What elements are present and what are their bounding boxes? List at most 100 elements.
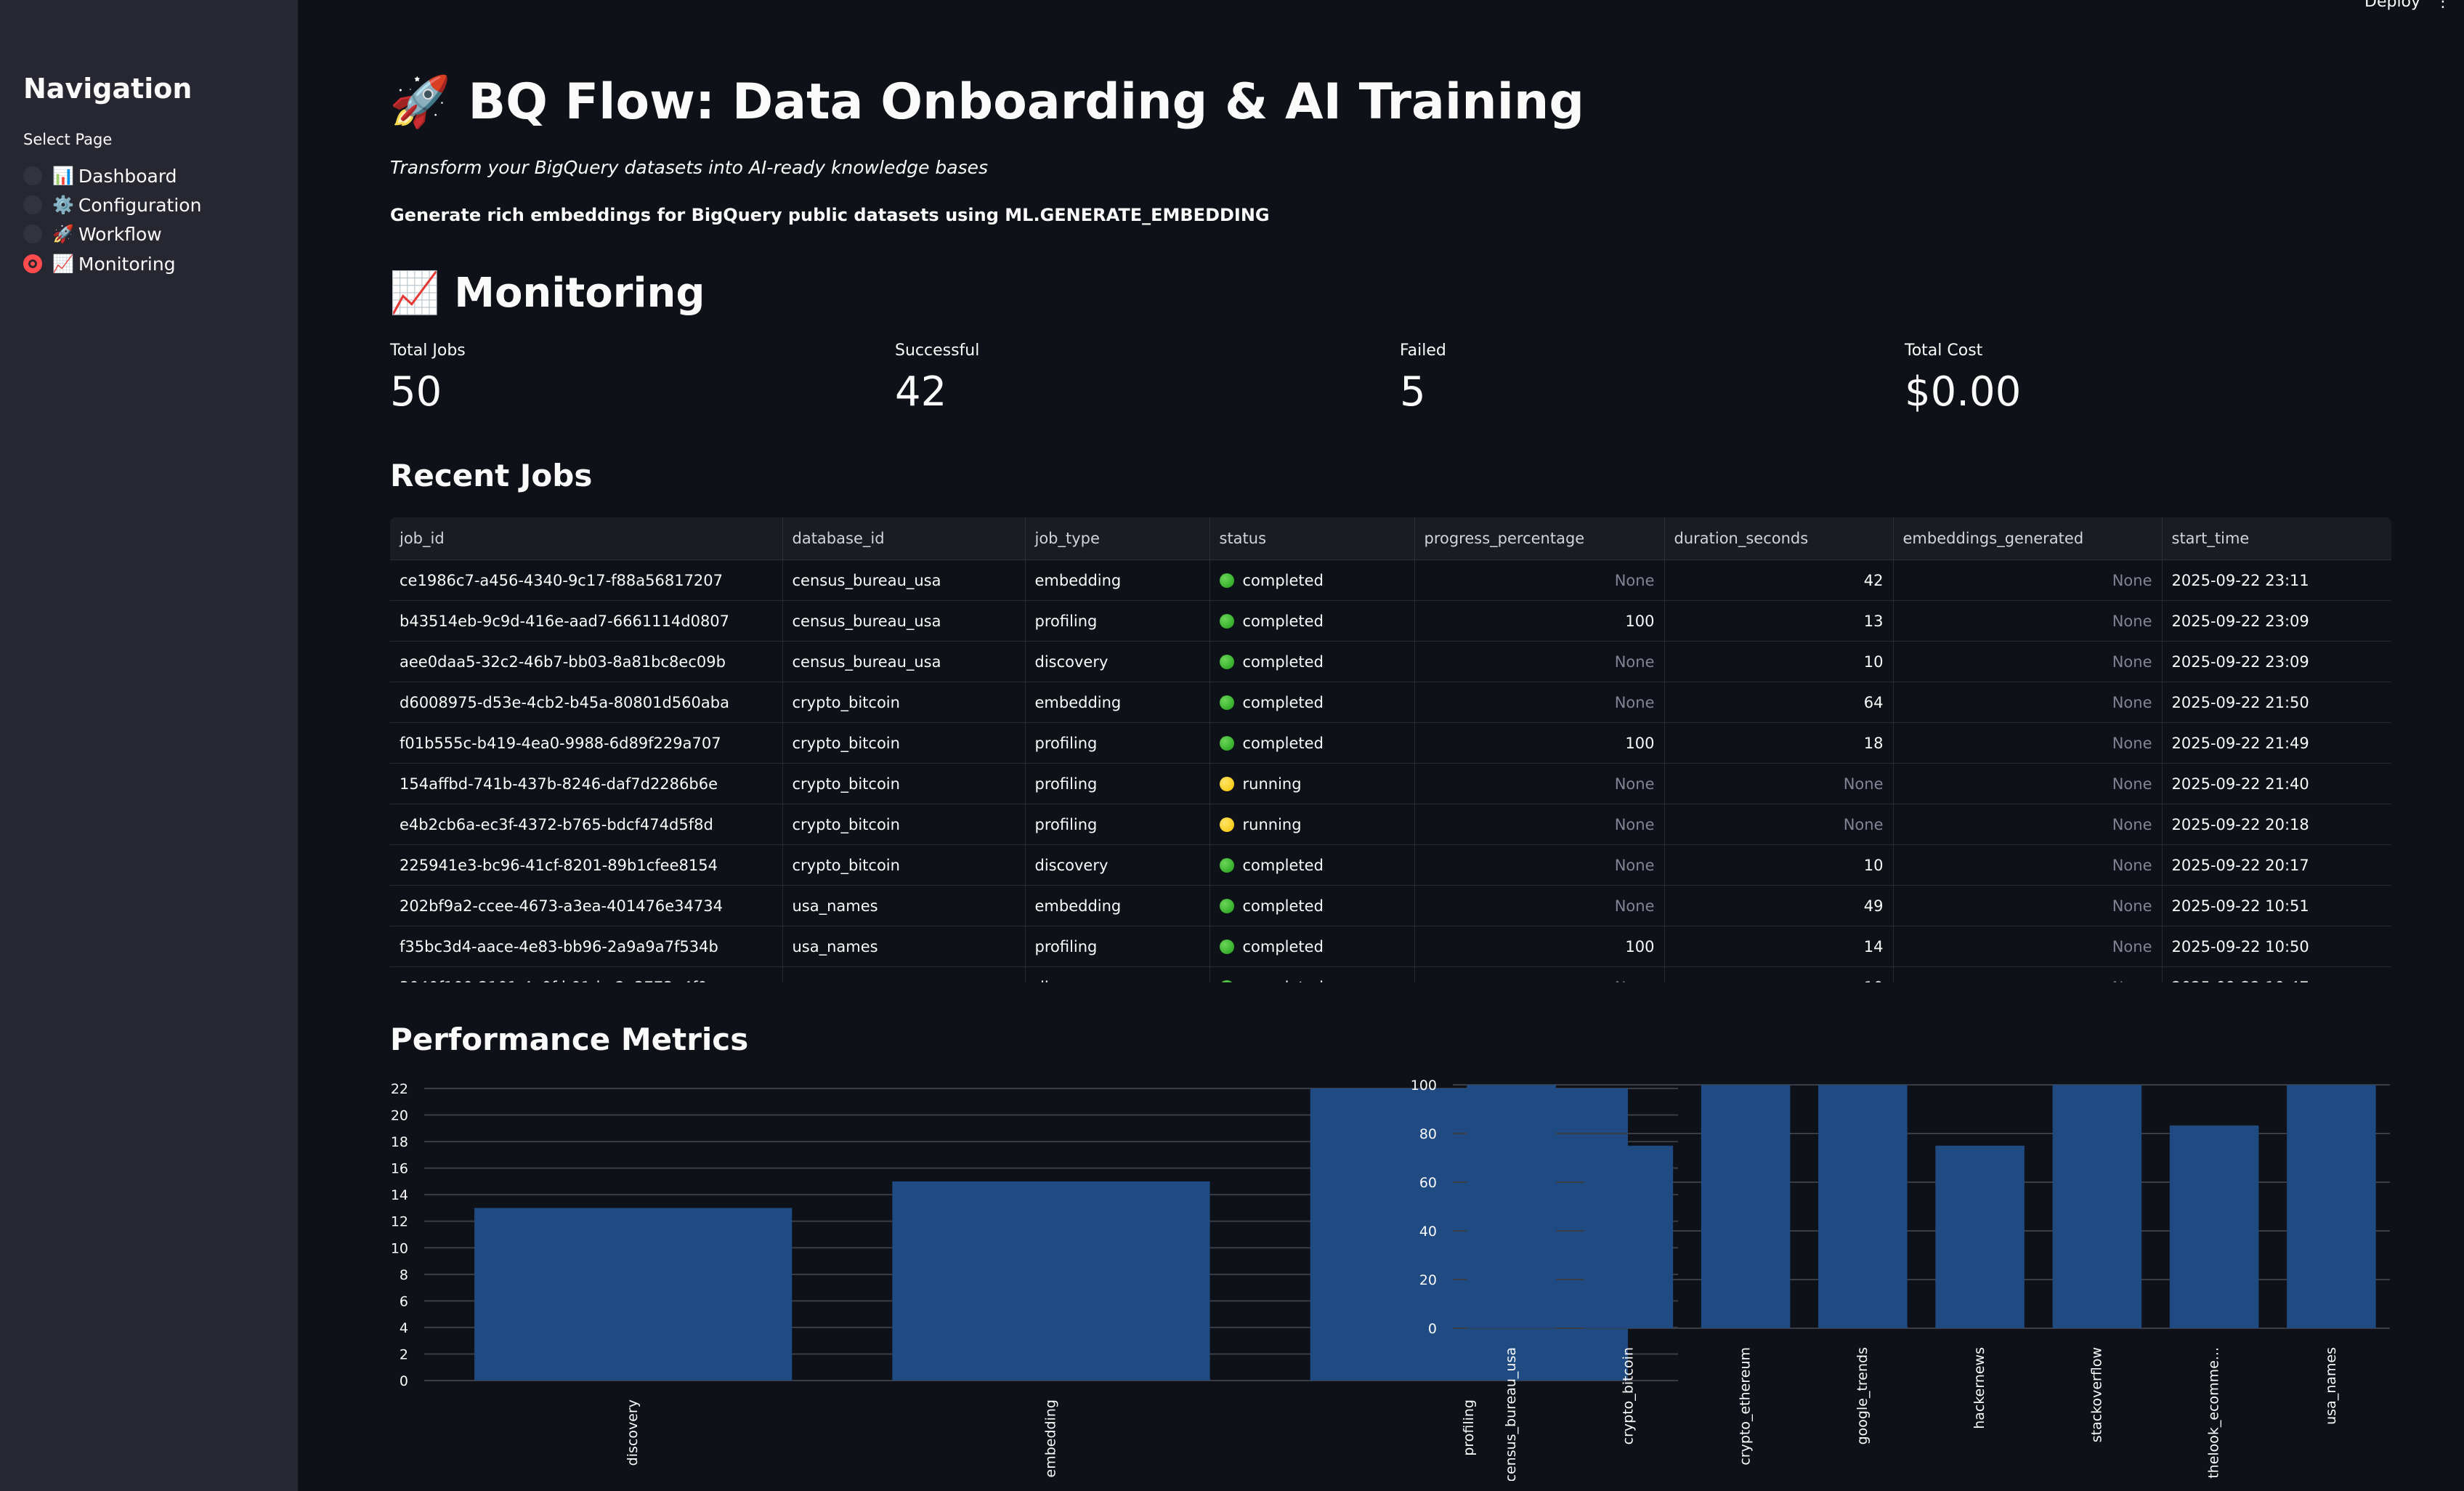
job-id-cell[interactable]: 202bf9a2-ccee-4673-a3ea-401476e34734 <box>390 885 783 926</box>
database-id-cell[interactable]: crypto_bitcoin <box>782 682 1026 723</box>
duration-cell[interactable]: 10 <box>1664 966 1894 982</box>
status-cell[interactable]: running <box>1209 763 1415 804</box>
sidebar-item-monitoring[interactable]: 📈 Monitoring <box>23 249 176 278</box>
status-cell[interactable]: completed <box>1209 559 1415 601</box>
sidebar-item-workflow[interactable]: 🚀 Workflow <box>23 219 162 248</box>
table-row[interactable]: 225941e3-bc96-41cf-8201-89b1cfee8154 cryp… <box>390 844 2391 886</box>
job-type-cell[interactable]: discovery <box>1025 844 1210 886</box>
database-id-cell[interactable]: crypto_bitcoin <box>782 844 1026 886</box>
bar[interactable] <box>1701 1085 1791 1328</box>
job-id-cell[interactable]: 154affbd-741b-437b-8246-daf7d2286b6e <box>390 763 783 804</box>
progress-cell[interactable]: None <box>1414 804 1665 845</box>
progress-cell[interactable]: None <box>1414 885 1665 926</box>
recent-jobs-table[interactable]: job_id database_id job_type status progr… <box>390 517 2391 982</box>
status-cell[interactable]: completed <box>1209 885 1415 926</box>
duration-cell[interactable]: 13 <box>1664 600 1894 642</box>
start-time-cell[interactable]: 2025-09-22 10:47 <box>2162 966 2391 982</box>
sidebar-item-configuration[interactable]: ⚙️ Configuration <box>23 190 201 219</box>
job-type-cell[interactable]: profiling <box>1025 722 1210 764</box>
progress-cell[interactable]: None <box>1414 966 1665 982</box>
table-row[interactable]: b43514eb-9c9d-416e-aad7-6661114d0807 cens… <box>390 600 2391 642</box>
embeddings-cell[interactable]: None <box>1893 804 2163 845</box>
duration-cell[interactable]: 64 <box>1664 682 1894 723</box>
progress-cell[interactable]: None <box>1414 559 1665 601</box>
radio-button[interactable] <box>23 195 42 214</box>
job-type-cell[interactable]: embedding <box>1025 682 1210 723</box>
start-time-cell[interactable]: 2025-09-22 10:50 <box>2162 926 2391 967</box>
embeddings-cell[interactable]: None <box>1893 722 2163 764</box>
job-id-cell[interactable]: ce1986c7-a456-4340-9c17-f88a56817207 <box>390 559 783 601</box>
job-type-cell[interactable]: profiling <box>1025 600 1210 642</box>
column-header[interactable]: database_id <box>782 517 1026 560</box>
start-time-cell[interactable]: 2025-09-22 10:51 <box>2162 885 2391 926</box>
job-id-cell[interactable]: aee0daa5-32c2-46b7-bb03-8a81bc8ec09b <box>390 641 783 682</box>
job-type-cell[interactable]: discovery <box>1025 641 1210 682</box>
radio-button[interactable] <box>23 225 42 243</box>
sidebar-item-dashboard[interactable]: 📊 Dashboard <box>23 161 177 190</box>
start-time-cell[interactable]: 2025-09-22 20:18 <box>2162 804 2391 845</box>
database-id-cell[interactable]: census_bureau_usa <box>782 641 1026 682</box>
column-header[interactable]: embeddings_generated <box>1893 517 2163 560</box>
start-time-cell[interactable]: 2025-09-22 20:17 <box>2162 844 2391 886</box>
job-id-cell[interactable]: f35bc3d4-aace-4e83-bb96-2a9a9a7f534b <box>390 926 783 967</box>
start-time-cell[interactable]: 2025-09-22 23:09 <box>2162 641 2391 682</box>
embeddings-cell[interactable]: None <box>1893 763 2163 804</box>
job-id-cell[interactable]: 3040f100-2101-4e0f-b01d-e2e3773a4f0e <box>390 966 783 982</box>
column-header[interactable]: job_type <box>1025 517 1210 560</box>
bar[interactable] <box>892 1181 1210 1381</box>
start-time-cell[interactable]: 2025-09-22 23:11 <box>2162 559 2391 601</box>
status-cell[interactable]: running <box>1209 804 1415 845</box>
progress-cell[interactable]: 100 <box>1414 722 1665 764</box>
database-id-cell[interactable]: crypto_bitcoin <box>782 804 1026 845</box>
embeddings-cell[interactable]: None <box>1893 641 2163 682</box>
bar[interactable] <box>1818 1085 1908 1328</box>
job-type-cell[interactable]: profiling <box>1025 926 1210 967</box>
job-type-cell[interactable]: profiling <box>1025 804 1210 845</box>
duration-cell[interactable]: 14 <box>1664 926 1894 967</box>
database-id-cell[interactable]: census_bureau_usa <box>782 600 1026 642</box>
status-cell[interactable]: completed <box>1209 722 1415 764</box>
database-id-cell[interactable]: census_bureau_usa <box>782 559 1026 601</box>
table-row[interactable]: 202bf9a2-ccee-4673-a3ea-401476e34734 usa_… <box>390 885 2391 926</box>
radio-button[interactable] <box>23 166 42 185</box>
database-id-cell[interactable]: usa_names <box>782 966 1026 982</box>
bar[interactable] <box>2052 1085 2142 1328</box>
job-type-cell[interactable]: profiling <box>1025 763 1210 804</box>
job-id-cell[interactable]: e4b2cb6a-ec3f-4372-b765-bdcf474d5f8d <box>390 804 783 845</box>
job-type-cell[interactable]: discovery <box>1025 966 1210 982</box>
bar[interactable] <box>1467 1085 1556 1328</box>
job-type-cell[interactable]: embedding <box>1025 559 1210 601</box>
status-cell[interactable]: completed <box>1209 641 1415 682</box>
start-time-cell[interactable]: 2025-09-22 21:49 <box>2162 722 2391 764</box>
progress-cell[interactable]: None <box>1414 844 1665 886</box>
duration-cell[interactable]: None <box>1664 763 1894 804</box>
duration-cell[interactable]: 10 <box>1664 844 1894 886</box>
embeddings-cell[interactable]: None <box>1893 682 2163 723</box>
bar[interactable] <box>1584 1145 1674 1328</box>
progress-cell[interactable]: None <box>1414 763 1665 804</box>
table-row[interactable]: 3040f100-2101-4e0f-b01d-e2e3773a4f0eusa_… <box>390 966 2391 982</box>
embeddings-cell[interactable]: None <box>1893 844 2163 886</box>
embeddings-cell[interactable]: None <box>1893 926 2163 967</box>
job-id-cell[interactable]: f01b555c-b419-4ea0-9988-6d89f229a707 <box>390 722 783 764</box>
start-time-cell[interactable]: 2025-09-22 21:40 <box>2162 763 2391 804</box>
embeddings-cell[interactable]: None <box>1893 885 2163 926</box>
column-header[interactable]: progress_percentage <box>1414 517 1665 560</box>
bar[interactable] <box>2287 1085 2376 1328</box>
embeddings-cell[interactable]: None <box>1893 966 2163 982</box>
status-cell[interactable]: completed <box>1209 844 1415 886</box>
radio-button-selected[interactable] <box>23 254 42 273</box>
table-row[interactable]: d6008975-d53e-4cb2-b45a-80801d560aba cryp… <box>390 682 2391 723</box>
table-row[interactable]: ce1986c7-a456-4340-9c17-f88a56817207 cens… <box>390 559 2391 601</box>
bar[interactable] <box>1935 1145 2025 1328</box>
column-header[interactable]: duration_seconds <box>1664 517 1894 560</box>
job-id-cell[interactable]: 225941e3-bc96-41cf-8201-89b1cfee8154 <box>390 844 783 886</box>
duration-cell[interactable]: 42 <box>1664 559 1894 601</box>
duration-cell[interactable]: 49 <box>1664 885 1894 926</box>
progress-cell[interactable]: None <box>1414 641 1665 682</box>
table-row[interactable]: f35bc3d4-aace-4e83-bb96-2a9a9a7f534b usa_… <box>390 926 2391 967</box>
table-row[interactable]: e4b2cb6a-ec3f-4372-b765-bdcf474d5f8d cryp… <box>390 804 2391 845</box>
duration-cell[interactable]: 10 <box>1664 641 1894 682</box>
database-id-cell[interactable]: crypto_bitcoin <box>782 763 1026 804</box>
column-header[interactable]: job_id <box>390 517 783 560</box>
